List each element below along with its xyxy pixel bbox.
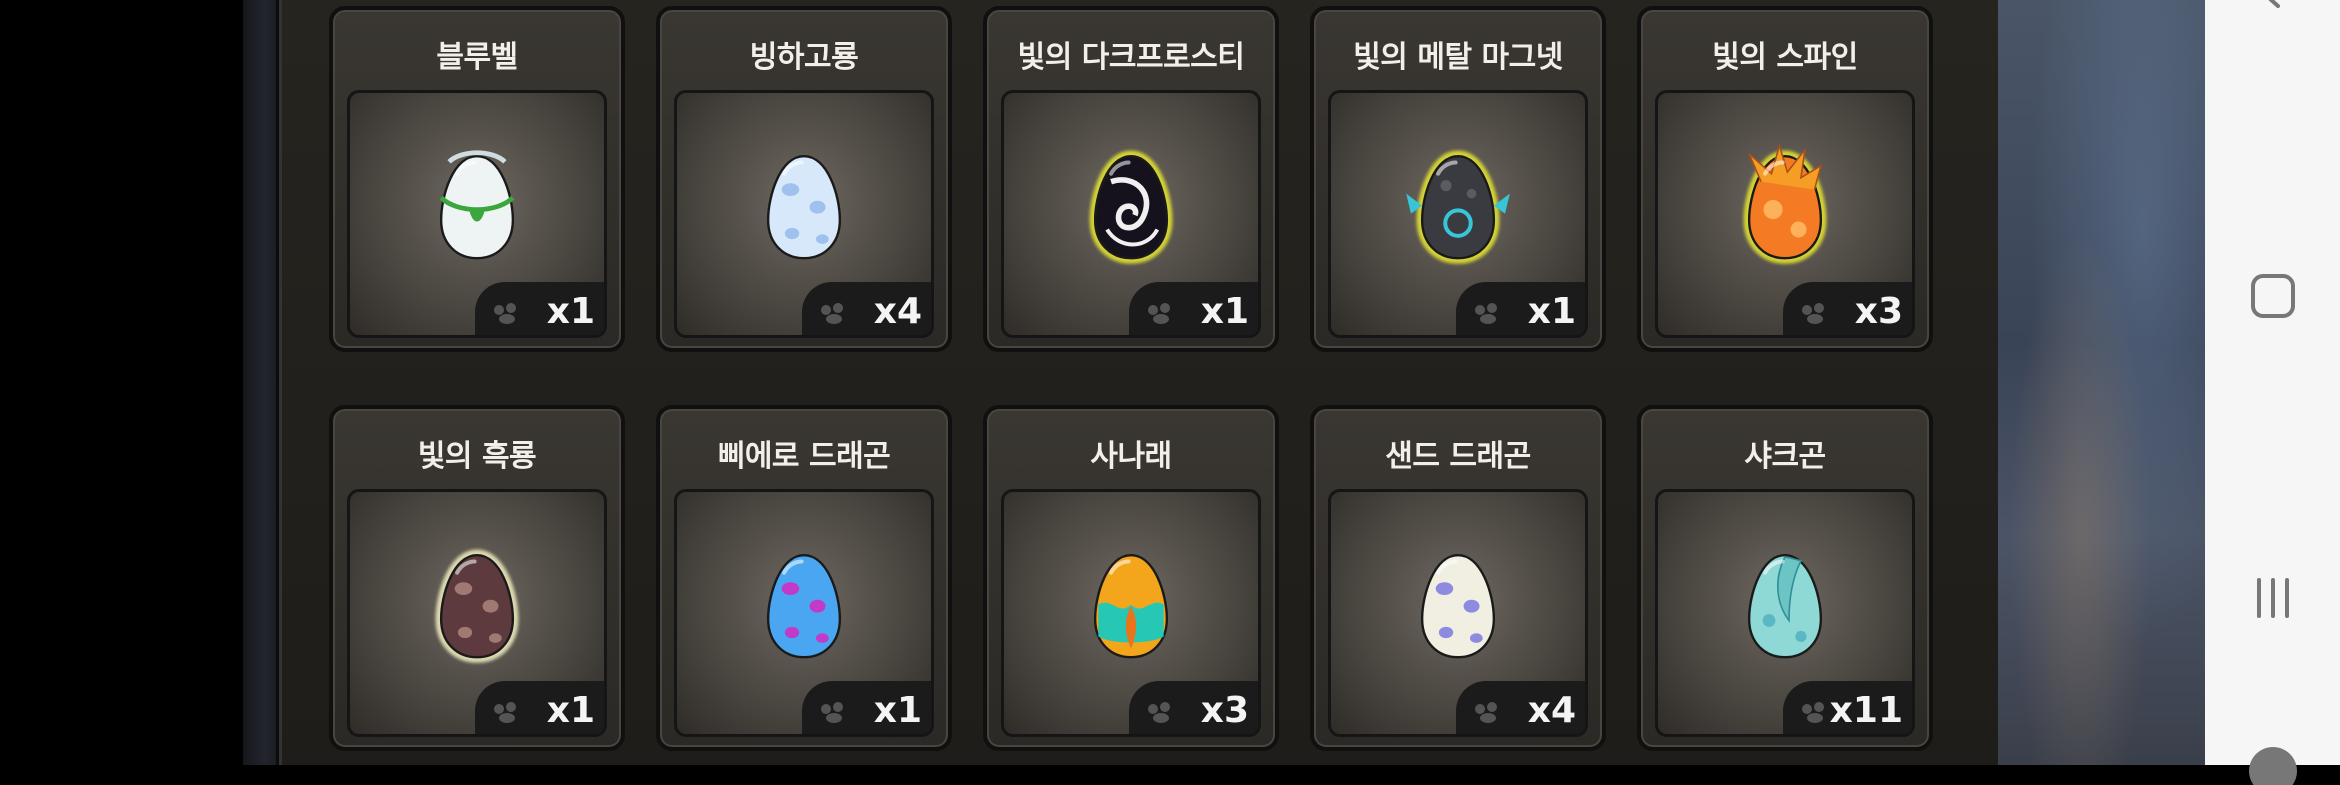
- egg-card[interactable]: 빛의 흑룡 x1: [329, 405, 625, 751]
- glacier-dragon-egg-icon: [766, 155, 842, 260]
- paw-print-icon: [1802, 303, 1824, 324]
- quantity-badge: x1: [1456, 282, 1585, 335]
- quantity-badge: x4: [802, 282, 931, 335]
- paw-print-icon: [1148, 702, 1170, 723]
- light-spine-egg-icon: [1743, 143, 1827, 265]
- game-screen: 블루벨 x1 빙하고룡 x4 빛의 다크프로스티 x1 빛의 메탈 마그넷 x1 빛의 스파인 x…: [0, 0, 2340, 785]
- quantity-badge: x1: [475, 282, 604, 335]
- quantity-badge: x3: [1129, 681, 1258, 734]
- egg-slot: x4: [1328, 489, 1588, 737]
- accessibility-icon[interactable]: [2245, 745, 2301, 785]
- paw-print-icon: [1802, 702, 1824, 723]
- background-right: [1998, 0, 2205, 765]
- egg-name: 빛의 다크프로스티: [1017, 40, 1245, 75]
- egg-name: 샌드 드래곤: [1385, 439, 1531, 474]
- egg-name: 샤크곤: [1744, 439, 1826, 474]
- sanarae-egg-icon: [1093, 554, 1169, 659]
- egg-name: 빛의 메탈 마그넷: [1353, 40, 1563, 75]
- egg-slot: x3: [1655, 90, 1915, 338]
- egg-card[interactable]: 빛의 스파인 x3: [1637, 6, 1933, 352]
- background-left-edge: [243, 0, 279, 765]
- paw-print-icon: [1148, 303, 1170, 324]
- egg-name: 빛의 흑룡: [417, 439, 537, 474]
- egg-slot: x3: [1001, 489, 1261, 737]
- egg-slot: x1: [1001, 90, 1261, 338]
- egg-quantity: x11: [1829, 690, 1903, 731]
- egg-name: 빛의 스파인: [1712, 40, 1858, 75]
- quantity-badge: x4: [1456, 681, 1585, 734]
- paw-print-icon: [494, 303, 516, 324]
- egg-slot: x4: [674, 90, 934, 338]
- home-icon[interactable]: [2245, 268, 2301, 324]
- egg-name: 사나래: [1090, 439, 1172, 474]
- light-metal-magnet-egg-icon: [1406, 150, 1510, 265]
- egg-slot: x11: [1655, 489, 1915, 737]
- egg-quantity: x1: [873, 690, 922, 731]
- android-nav-bar: [2205, 0, 2340, 785]
- light-dark-frosty-egg-icon: [1089, 150, 1173, 265]
- egg-quantity: x4: [1527, 690, 1576, 731]
- egg-card[interactable]: 빛의 메탈 마그넷 x1: [1310, 6, 1606, 352]
- egg-card[interactable]: 샌드 드래곤 x4: [1310, 405, 1606, 751]
- paw-print-icon: [1475, 303, 1497, 324]
- letterbox-left: [0, 0, 243, 765]
- egg-name: 빙하고룡: [749, 40, 859, 75]
- quantity-badge: x11: [1783, 681, 1912, 734]
- egg-quantity: x1: [1527, 291, 1576, 332]
- egg-quantity: x1: [1200, 291, 1249, 332]
- egg-quantity: x3: [1200, 690, 1249, 731]
- paw-print-icon: [494, 702, 516, 723]
- egg-quantity: x1: [546, 690, 595, 731]
- paw-print-icon: [1475, 702, 1497, 723]
- bluebell-egg-icon: [439, 150, 515, 260]
- egg-card[interactable]: 빙하고룡 x4: [656, 6, 952, 352]
- quantity-badge: x3: [1783, 282, 1912, 335]
- egg-card[interactable]: 빛의 다크프로스티 x1: [983, 6, 1279, 352]
- quantity-badge: x1: [475, 681, 604, 734]
- egg-slot: x1: [347, 489, 607, 737]
- egg-slot: x1: [347, 90, 607, 338]
- egg-slot: x1: [1328, 90, 1588, 338]
- egg-card[interactable]: 사나래 x3: [983, 405, 1279, 751]
- egg-card[interactable]: 삐에로 드래곤 x1: [656, 405, 952, 751]
- egg-name: 블루벨: [436, 40, 518, 75]
- quantity-badge: x1: [802, 681, 931, 734]
- light-black-dragon-egg-icon: [435, 549, 519, 664]
- egg-quantity: x1: [546, 291, 595, 332]
- quantity-badge: x1: [1129, 282, 1258, 335]
- paw-print-icon: [821, 303, 843, 324]
- pierrot-dragon-egg-icon: [766, 554, 842, 659]
- egg-card[interactable]: 샤크곤 x11: [1637, 405, 1933, 751]
- egg-card[interactable]: 블루벨 x1: [329, 6, 625, 352]
- recents-icon[interactable]: [2245, 570, 2301, 626]
- back-icon[interactable]: [2240, 0, 2300, 30]
- paw-print-icon: [821, 702, 843, 723]
- egg-quantity: x3: [1854, 291, 1903, 332]
- egg-name: 삐에로 드래곤: [717, 439, 891, 474]
- sharkgon-egg-icon: [1747, 554, 1823, 659]
- egg-quantity: x4: [873, 291, 922, 332]
- sand-dragon-egg-icon: [1420, 554, 1496, 659]
- egg-slot: x1: [674, 489, 934, 737]
